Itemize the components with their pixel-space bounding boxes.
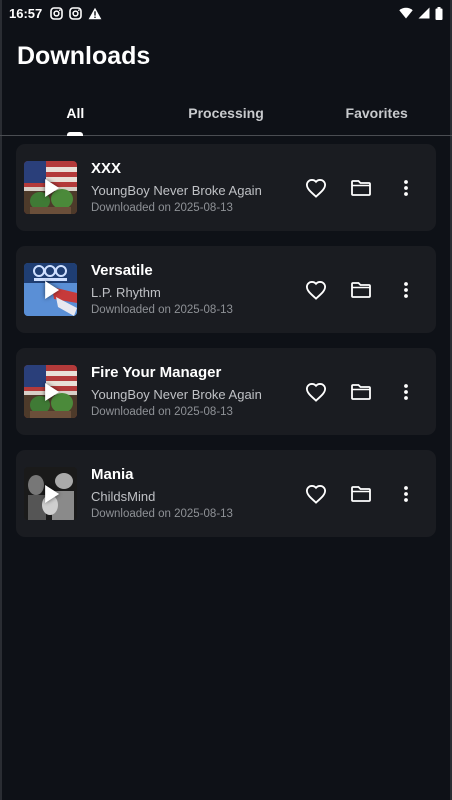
status-time: 16:57 (9, 5, 43, 21)
status-right (399, 6, 443, 20)
download-date: Downloaded on 2025-08-13 (91, 202, 233, 214)
more-options-button[interactable] (383, 474, 428, 514)
track-meta: XXX YoungBoy Never Broke Again Downloade… (91, 160, 293, 215)
wifi-icon (399, 7, 413, 19)
album-art-thumbnail[interactable] (24, 263, 77, 316)
track-artist: YoungBoy Never Broke Again (91, 183, 262, 198)
folder-icon (350, 281, 371, 298)
more-options-button[interactable] (383, 372, 428, 412)
play-icon (44, 382, 59, 401)
download-date: Downloaded on 2025-08-13 (91, 508, 233, 520)
status-left: 16:57 (9, 6, 102, 21)
item-actions (293, 270, 428, 310)
tab-active-indicator (67, 132, 84, 136)
album-art-thumbnail[interactable] (24, 365, 77, 418)
tab-label: Processing (188, 104, 264, 121)
open-folder-button[interactable] (338, 474, 383, 514)
track-meta: Fire Your Manager YoungBoy Never Broke A… (91, 364, 293, 419)
heart-icon (305, 484, 326, 504)
more-options-button[interactable] (383, 168, 428, 208)
download-item[interactable]: XXX YoungBoy Never Broke Again Downloade… (16, 144, 436, 231)
favorite-button[interactable] (293, 168, 338, 208)
open-folder-button[interactable] (338, 168, 383, 208)
play-icon (44, 178, 59, 197)
more-vertical-icon (403, 485, 408, 502)
track-artist: ChildsMind (91, 489, 156, 504)
tab-label: Favorites (345, 104, 408, 121)
download-date: Downloaded on 2025-08-13 (91, 304, 233, 316)
tab-all[interactable]: All (0, 92, 151, 136)
more-vertical-icon (403, 383, 408, 400)
track-title: Versatile (91, 262, 153, 279)
tab-label: All (66, 104, 85, 121)
more-vertical-icon (403, 281, 408, 298)
favorite-button[interactable] (293, 474, 338, 514)
track-meta: Mania ChildsMind Downloaded on 2025-08-1… (91, 466, 293, 521)
instagram-icon (50, 6, 64, 20)
item-actions (293, 372, 428, 412)
more-options-button[interactable] (383, 270, 428, 310)
folder-icon (350, 383, 371, 400)
downloads-list: XXX YoungBoy Never Broke Again Downloade… (16, 144, 436, 537)
play-icon (44, 280, 59, 299)
battery-icon (435, 6, 443, 20)
item-actions (293, 168, 428, 208)
album-art-thumbnail[interactable] (24, 467, 77, 520)
download-date: Downloaded on 2025-08-13 (91, 406, 233, 418)
download-item[interactable]: Mania ChildsMind Downloaded on 2025-08-1… (16, 450, 436, 537)
album-art-thumbnail[interactable] (24, 161, 77, 214)
item-actions (293, 474, 428, 514)
more-vertical-icon (403, 179, 408, 196)
favorite-button[interactable] (293, 270, 338, 310)
track-title: XXX (91, 160, 122, 177)
open-folder-button[interactable] (338, 270, 383, 310)
track-meta: Versatile L.P. Rhythm Downloaded on 2025… (91, 262, 293, 317)
status-bar: 16:57 (0, 0, 452, 26)
track-artist: L.P. Rhythm (91, 285, 161, 300)
open-folder-button[interactable] (338, 372, 383, 412)
play-icon (44, 484, 59, 503)
track-title: Mania (91, 466, 134, 483)
heart-icon (305, 382, 326, 402)
warning-icon (88, 7, 102, 20)
signal-icon (418, 7, 430, 19)
track-artist: YoungBoy Never Broke Again (91, 387, 262, 402)
favorite-button[interactable] (293, 372, 338, 412)
heart-icon (305, 280, 326, 300)
page-title: Downloads (17, 42, 151, 70)
tab-bar: All Processing Favorites (0, 92, 452, 136)
instagram-icon (69, 6, 83, 20)
download-item[interactable]: Versatile L.P. Rhythm Downloaded on 2025… (16, 246, 436, 333)
heart-icon (305, 178, 326, 198)
folder-icon (350, 179, 371, 196)
folder-icon (350, 485, 371, 502)
tab-favorites[interactable]: Favorites (301, 92, 452, 135)
track-title: Fire Your Manager (91, 364, 222, 381)
download-item[interactable]: Fire Your Manager YoungBoy Never Broke A… (16, 348, 436, 435)
tab-processing[interactable]: Processing (151, 92, 302, 135)
